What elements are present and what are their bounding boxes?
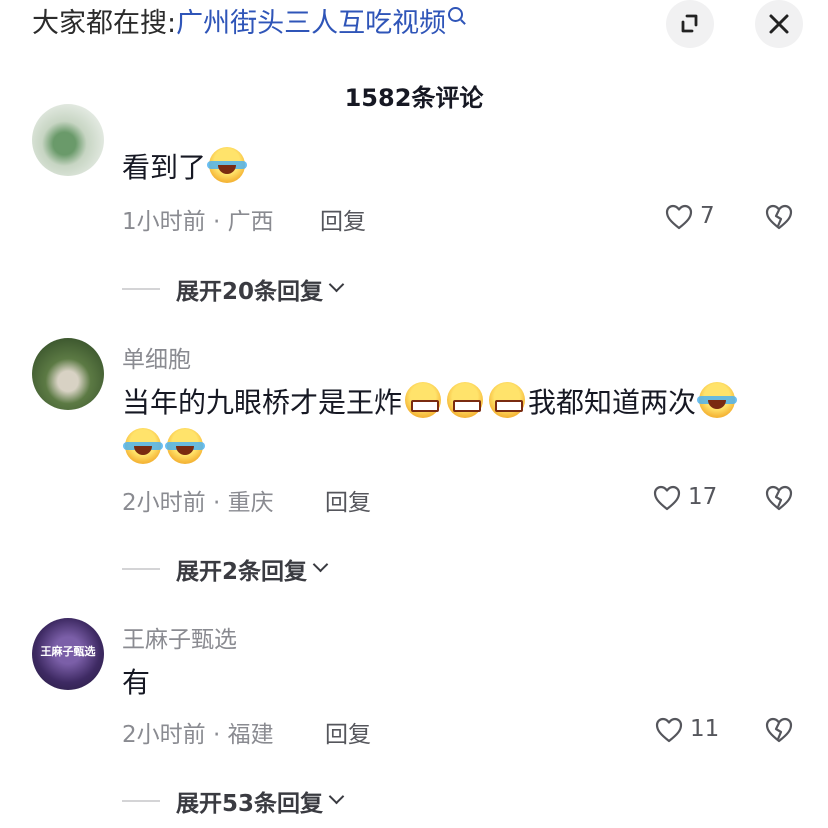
comment-time: 1小时前 [122, 209, 206, 235]
avatar[interactable] [32, 104, 104, 176]
laugh-cry-emoji-icon [697, 382, 738, 418]
expand-replies-label: 展开2条回复 [176, 559, 308, 585]
like-count: 7 [700, 203, 715, 229]
avatar-text: 王麻子甄选 [40, 645, 96, 658]
avatar[interactable]: 王麻子甄选 [32, 618, 104, 690]
laugh-cry-emoji-icon [123, 428, 163, 464]
comment-text-content: 我都知道两次 [528, 386, 697, 419]
comment-meta: 1小时前 · 广西 [122, 209, 274, 235]
expand-replies-button[interactable]: 展开53条回复 [122, 784, 345, 817]
heart-icon[interactable] [654, 715, 684, 745]
expand-replies-button[interactable]: 展开20条回复 [122, 272, 345, 305]
laugh-cry-emoji-icon [207, 147, 248, 183]
expand-replies-button[interactable]: 展开2条回复 [122, 552, 329, 585]
search-topic-link[interactable]: 广州街头三人互吃视频 [176, 8, 446, 39]
search-suggestion[interactable]: 大家都在搜:广州街头三人互吃视频 [32, 6, 464, 42]
broken-heart-icon[interactable] [763, 483, 795, 513]
username[interactable]: 单细胞 [122, 340, 191, 374]
reply-button[interactable]: 回复 [320, 202, 366, 236]
broken-heart-icon[interactable] [763, 202, 795, 232]
search-hint-icon [448, 7, 464, 22]
comment-location: 福建 [227, 722, 274, 748]
like-count: 17 [688, 484, 718, 510]
chevron-down-icon [312, 556, 329, 572]
grin-sweat-emoji-icon [447, 382, 484, 418]
comment-time: 2小时前 [122, 722, 206, 748]
top-bar: 大家都在搜:广州街头三人互吃视频 [0, 0, 828, 50]
reply-button[interactable]: 回复 [325, 483, 371, 517]
comment-text: 有 [122, 660, 802, 706]
username[interactable]: 王麻子甄选 [122, 620, 237, 654]
comment-location: 重庆 [227, 490, 274, 516]
expand-replies-label: 展开53条回复 [176, 791, 324, 817]
comment-meta: 2小时前 · 重庆 [122, 490, 274, 516]
search-prefix: 大家都在搜: [32, 8, 177, 39]
expand-icon [681, 14, 698, 33]
chevron-down-icon [328, 276, 345, 292]
heart-icon[interactable] [664, 202, 694, 232]
divider-line [122, 800, 160, 802]
comment-meta: 2小时前 · 福建 [122, 722, 274, 748]
avatar[interactable] [32, 338, 104, 410]
expand-button[interactable] [666, 0, 714, 48]
like-count: 11 [690, 716, 720, 742]
laugh-cry-emoji-icon [165, 428, 205, 464]
grin-sweat-emoji-icon [405, 382, 442, 418]
grin-sweat-emoji-icon [489, 382, 526, 418]
broken-heart-icon[interactable] [763, 715, 795, 745]
reply-button[interactable]: 回复 [325, 715, 371, 749]
comment-text: 看到了 [122, 145, 802, 191]
comment-text: 当年的九眼桥才是王炸 我都知道两次 [122, 380, 802, 472]
comment-time: 2小时前 [122, 490, 206, 516]
comment-location: 广西 [227, 209, 274, 235]
expand-replies-label: 展开20条回复 [176, 279, 324, 305]
chevron-down-icon [328, 788, 345, 804]
close-icon [769, 14, 789, 34]
comment-text-content: 当年的九眼桥才是王炸 [122, 386, 403, 419]
divider-line [122, 568, 160, 570]
comment-text-content: 有 [122, 666, 151, 699]
close-button[interactable] [755, 0, 803, 48]
heart-icon[interactable] [652, 483, 682, 513]
divider-line [122, 288, 160, 290]
comment-count-title: 1582条评论 [344, 84, 484, 112]
comment-text-content: 看到了 [122, 151, 207, 184]
